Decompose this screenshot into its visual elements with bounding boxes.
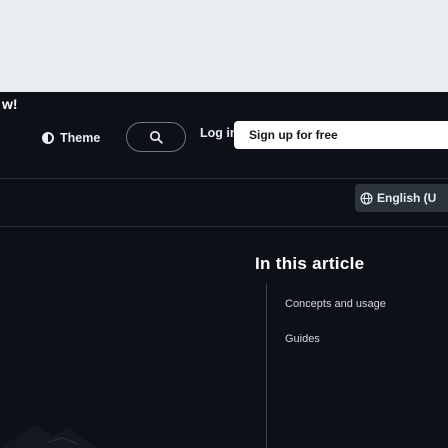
signup-button[interactable]: Sign up for free — [234, 121, 448, 149]
search-icon — [149, 130, 163, 144]
decorative-mountain-graphic — [0, 424, 98, 448]
globe-icon — [360, 192, 373, 204]
language-switcher[interactable]: English (U — [355, 184, 448, 212]
toc-item-guides[interactable]: Guides — [285, 333, 320, 345]
top-page-banner — [0, 0, 448, 92]
theme-icon — [42, 132, 54, 144]
language-label: English (U — [377, 191, 437, 205]
login-link[interactable]: Log in — [200, 126, 238, 140]
toc-heading: In this article — [255, 254, 365, 273]
theme-label: Theme — [60, 131, 101, 145]
toc-list: Concepts and usage Guides — [266, 284, 448, 448]
theme-toggle[interactable]: Theme — [42, 128, 100, 148]
toc-item-concepts[interactable]: Concepts and usage — [285, 298, 386, 310]
search-button[interactable] — [126, 122, 186, 152]
